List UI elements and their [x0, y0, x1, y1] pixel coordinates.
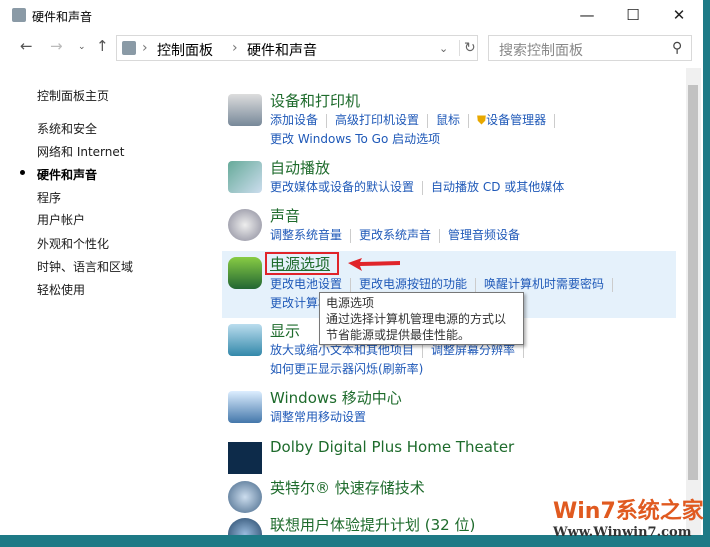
search-input[interactable]: 搜索控制面板	[499, 40, 583, 60]
link[interactable]: 自动播放 CD 或其他媒体	[431, 178, 564, 195]
section-title[interactable]: Dolby Digital Plus Home Theater	[270, 438, 514, 456]
control-panel-icon	[122, 41, 136, 55]
lenovo-icon	[228, 518, 262, 535]
maximize-button[interactable]: ☐	[610, 4, 656, 26]
section-title[interactable]: 自动播放	[270, 157, 330, 178]
mobility-center-icon	[228, 391, 262, 423]
current-indicator	[20, 170, 25, 175]
forward-icon[interactable]: →	[50, 37, 63, 55]
section-title[interactable]: Windows 移动中心	[270, 387, 402, 408]
sidebar-item-security[interactable]: 系统和安全	[37, 120, 97, 137]
sidebar-item-appearance[interactable]: 外观和个性化	[37, 235, 109, 252]
back-icon[interactable]: ←	[20, 37, 33, 55]
link[interactable]: 管理音频设备	[448, 226, 520, 243]
link[interactable]: 如何更正显示器闪烁(刷新率)	[270, 360, 423, 377]
link[interactable]: 更改电源按钮的功能	[359, 275, 467, 292]
autoplay-icon	[228, 161, 262, 193]
link[interactable]: 设备管理器	[486, 111, 546, 128]
sidebar-item-programs[interactable]: 程序	[37, 189, 61, 206]
sidebar-item-clock[interactable]: 时钟、语言和区域	[37, 258, 133, 275]
link[interactable]: 更改 Windows To Go 启动选项	[270, 130, 440, 147]
battery-icon	[228, 257, 262, 289]
sidebar-item-hardware[interactable]: 硬件和声音	[37, 166, 97, 183]
link[interactable]: 更改系统声音	[359, 226, 431, 243]
address-bar[interactable]: › 控制面板 › 硬件和声音 ⌄ ↻	[116, 35, 478, 61]
tooltip-text: 通过选择计算机管理电源的方式以节省能源或提供最佳性能。	[326, 312, 507, 342]
close-button[interactable]: ✕	[656, 4, 702, 26]
sidebar-item-accounts[interactable]: 用户帐户	[37, 211, 85, 228]
scrollbar-thumb[interactable]	[688, 85, 698, 480]
section-title[interactable]: 声音	[270, 205, 300, 226]
sidebar-item-network[interactable]: 网络和 Internet	[37, 143, 124, 160]
control-panel-window: 硬件和声音 — ☐ ✕ ← → ⌄ ↑ › 控制面板 › 硬件和声音 ⌄ ↻ 搜…	[0, 0, 703, 535]
address-dropdown-icon[interactable]: ⌄	[439, 42, 448, 55]
minimize-button[interactable]: —	[564, 4, 610, 26]
link[interactable]: 高级打印机设置	[335, 111, 419, 128]
sidebar-item-ease[interactable]: 轻松使用	[37, 281, 85, 298]
annotation-box	[265, 252, 339, 275]
breadcrumb-hardware-sound[interactable]: 硬件和声音	[247, 40, 317, 60]
up-icon[interactable]: ↑	[96, 37, 109, 55]
title-bar: 硬件和声音 — ☐ ✕	[0, 0, 703, 30]
shield-icon: ⛊	[477, 113, 487, 127]
recent-dropdown-icon[interactable]: ⌄	[78, 42, 86, 52]
link[interactable]: 更改电池设置	[270, 275, 342, 292]
refresh-icon[interactable]: ↻	[459, 40, 476, 56]
printer-icon	[228, 94, 262, 126]
search-box[interactable]: 搜索控制面板 ⚲	[488, 35, 692, 61]
intel-storage-icon	[228, 481, 262, 513]
dolby-icon	[228, 442, 262, 474]
monitor-icon	[228, 324, 262, 356]
speaker-icon	[228, 209, 262, 241]
sidebar-item-home[interactable]: 控制面板主页	[37, 87, 109, 104]
hardware-sound-icon	[12, 8, 26, 22]
section-title[interactable]: 设备和打印机	[270, 90, 360, 111]
link[interactable]: 调整常用移动设置	[270, 408, 366, 425]
tooltip: 电源选项 通过选择计算机管理电源的方式以节省能源或提供最佳性能。	[319, 292, 524, 345]
annotation-arrow-icon	[348, 258, 400, 271]
watermark-logo: Win7系统之家 Www.Winwin7.com	[553, 499, 704, 540]
link[interactable]: 鼠标	[436, 111, 460, 128]
tooltip-title: 电源选项	[326, 296, 375, 310]
link[interactable]: 调整系统音量	[270, 226, 342, 243]
breadcrumb-control-panel[interactable]: 控制面板	[157, 40, 213, 60]
section-title[interactable]: 英特尔® 快速存储技术	[270, 477, 425, 498]
link[interactable]: 唤醒计算机时需要密码	[484, 275, 604, 292]
link[interactable]: 更改媒体或设备的默认设置	[270, 178, 414, 195]
link[interactable]: 添加设备	[270, 111, 318, 128]
section-title[interactable]: 显示	[270, 320, 300, 341]
section-title[interactable]: 联想用户体验提升计划 (32 位)	[270, 514, 475, 535]
search-icon[interactable]: ⚲	[672, 40, 682, 56]
window-title: 硬件和声音	[32, 10, 93, 24]
